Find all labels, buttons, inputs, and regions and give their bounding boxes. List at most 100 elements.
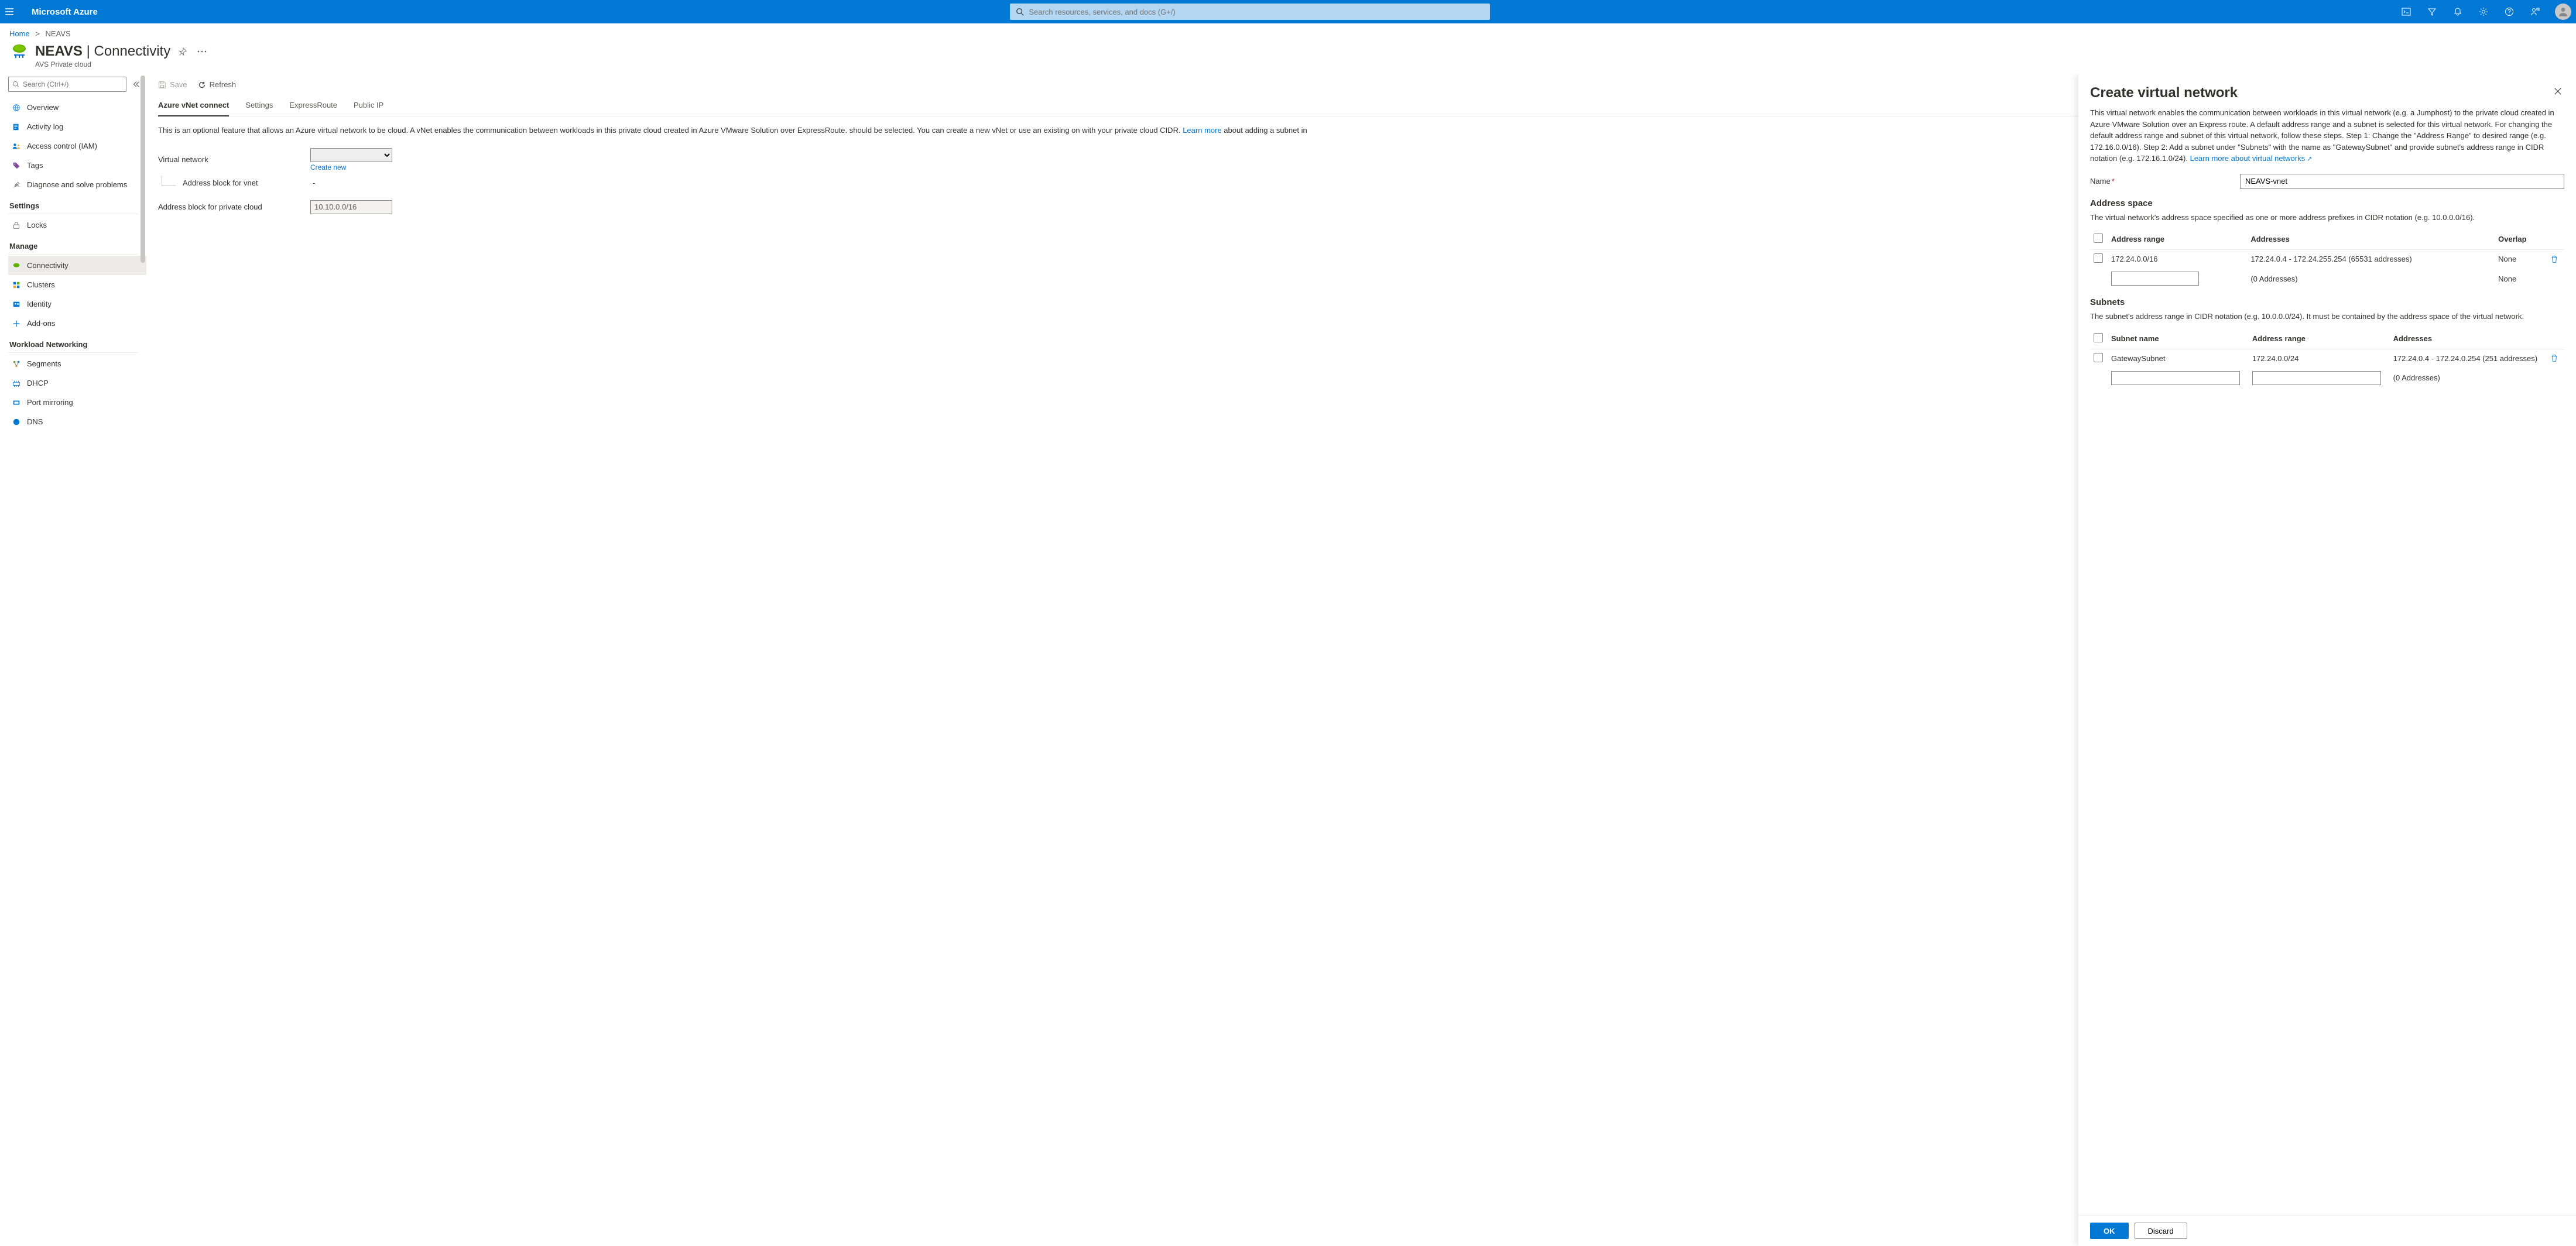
new-subnet-range-input[interactable] [2252,371,2381,385]
refresh-button[interactable]: Refresh [198,80,237,89]
address-row: 172.24.0.0/16 172.24.0.4 - 172.24.255.25… [2090,250,2564,269]
addr-block-vnet-value: - [313,179,315,187]
sidebar-item-tags[interactable]: Tags [8,156,146,175]
col-subnet-addresses: Addresses [2390,328,2547,349]
close-button[interactable] [2551,85,2564,98]
page-title-bar: NEAVS | Connectivity [0,42,2576,61]
addr-block-vnet-label: Address block for vnet [183,179,313,187]
sidebar-search[interactable] [8,77,126,92]
sidebar-item-label: Segments [27,359,61,368]
sidebar-section-workload: Workload Networking [8,333,138,353]
collapse-sidebar-button[interactable] [132,80,141,88]
sidebar-item-connectivity[interactable]: Connectivity [8,256,146,275]
sidebar-item-port-mirroring[interactable]: Port mirroring [8,393,146,412]
more-button[interactable] [195,48,209,55]
tab-settings[interactable]: Settings [245,97,273,116]
sidebar-item-identity[interactable]: Identity [8,294,146,314]
col-subnet-range: Address range [2249,328,2390,349]
avatar-icon [2558,6,2568,17]
identity-icon [12,300,21,308]
sidebar-item-dns[interactable]: DNS [8,412,146,431]
blade-learn-more-link[interactable]: Learn more about virtual networks [2190,154,2313,163]
notifications-button[interactable] [2446,0,2469,23]
save-icon [158,81,166,89]
sidebar-item-label: Add-ons [27,319,55,328]
delete-subnet-button[interactable] [2550,354,2561,362]
sidebar-item-label: Identity [27,300,52,308]
help-button[interactable] [2498,0,2521,23]
tab-expressroute[interactable]: ExpressRoute [289,97,337,116]
sidebar-item-access-control[interactable]: Access control (IAM) [8,136,146,156]
diagnose-icon [12,181,21,189]
new-range-input[interactable] [2111,272,2199,286]
sidebar-item-dhcp[interactable]: DHCP [8,373,146,393]
sidebar-scrollbar[interactable] [141,74,145,1246]
delete-row-button[interactable] [2550,255,2561,263]
save-button[interactable]: Save [158,80,187,89]
select-all-subnets-checkbox[interactable] [2094,333,2103,342]
row-checkbox[interactable] [2094,353,2103,362]
create-new-link[interactable]: Create new [310,163,392,171]
cell-subnet-addresses: 172.24.0.4 - 172.24.0.254 (251 addresses… [2390,349,2547,368]
topbar: Microsoft Azure [0,0,2576,23]
trash-icon [2550,354,2558,362]
pin-button[interactable] [176,45,189,58]
sidebar-item-label: Diagnose and solve problems [27,180,127,189]
blade-title: Create virtual network [2090,85,2238,101]
learn-more-link[interactable]: Learn more [1183,126,1221,135]
brand: Microsoft Azure [23,7,106,17]
addr-block-pc-label: Address block for private cloud [158,202,310,211]
sidebar-item-segments[interactable]: Segments [8,354,146,373]
menu-toggle[interactable] [5,7,23,16]
sidebar-item-activity-log[interactable]: Activity log [8,117,146,136]
bell-icon [2453,7,2462,16]
select-all-checkbox[interactable] [2094,234,2103,243]
sidebar-item-locks[interactable]: Locks [8,215,146,235]
directories-button[interactable] [2420,0,2444,23]
filter-icon [2427,7,2437,16]
sidebar-item-label: Access control (IAM) [27,142,97,150]
feedback-button[interactable] [2523,0,2547,23]
global-search-input[interactable] [1029,8,1484,16]
breadcrumb: Home > NEAVS [0,23,2576,42]
tab-public-ip[interactable]: Public IP [354,97,383,116]
name-input[interactable] [2240,174,2564,189]
sidebar-item-label: DNS [27,417,43,426]
tags-icon [12,162,21,170]
discard-button[interactable]: Discard [2135,1223,2187,1239]
terminal-icon [2402,7,2411,16]
subnets-table: Subnet name Address range Addresses Gate… [2090,328,2564,389]
resource-icon [9,42,29,61]
ok-button[interactable]: OK [2090,1223,2129,1239]
cell-subnet-addresses: (0 Addresses) [2390,368,2547,389]
col-addresses: Addresses [2247,229,2495,250]
cloud-shell-button[interactable] [2395,0,2418,23]
gear-icon [2479,7,2488,16]
global-search[interactable] [1010,4,1490,20]
sidebar-item-overview[interactable]: Overview [8,98,146,117]
account-avatar[interactable] [2555,4,2571,20]
sidebar-item-label: Locks [27,221,47,229]
iam-icon [12,142,21,150]
hamburger-icon [5,7,14,16]
settings-button[interactable] [2472,0,2495,23]
tab-vnet-connect[interactable]: Azure vNet connect [158,97,229,116]
sidebar-search-input[interactable] [23,80,122,88]
sidebar-item-clusters[interactable]: Clusters [8,275,146,294]
pin-icon [179,47,187,56]
name-field-row: Name* [2090,174,2564,189]
vnet-label: Virtual network [158,155,310,164]
row-checkbox[interactable] [2094,253,2103,263]
new-subnet-name-input[interactable] [2111,371,2240,385]
search-icon [12,81,19,88]
ellipsis-icon [197,50,207,53]
search-icon [1016,8,1024,16]
sidebar-item-addons[interactable]: Add-ons [8,314,146,333]
col-address-range: Address range [2108,229,2247,250]
sidebar-item-label: Port mirroring [27,398,73,407]
vnet-select[interactable] [310,148,392,162]
breadcrumb-home[interactable]: Home [9,29,30,38]
sidebar-item-diagnose[interactable]: Diagnose and solve problems [8,175,146,194]
address-space-desc: The virtual network's address space spec… [2090,212,2564,224]
address-row-new: (0 Addresses) None [2090,268,2564,289]
